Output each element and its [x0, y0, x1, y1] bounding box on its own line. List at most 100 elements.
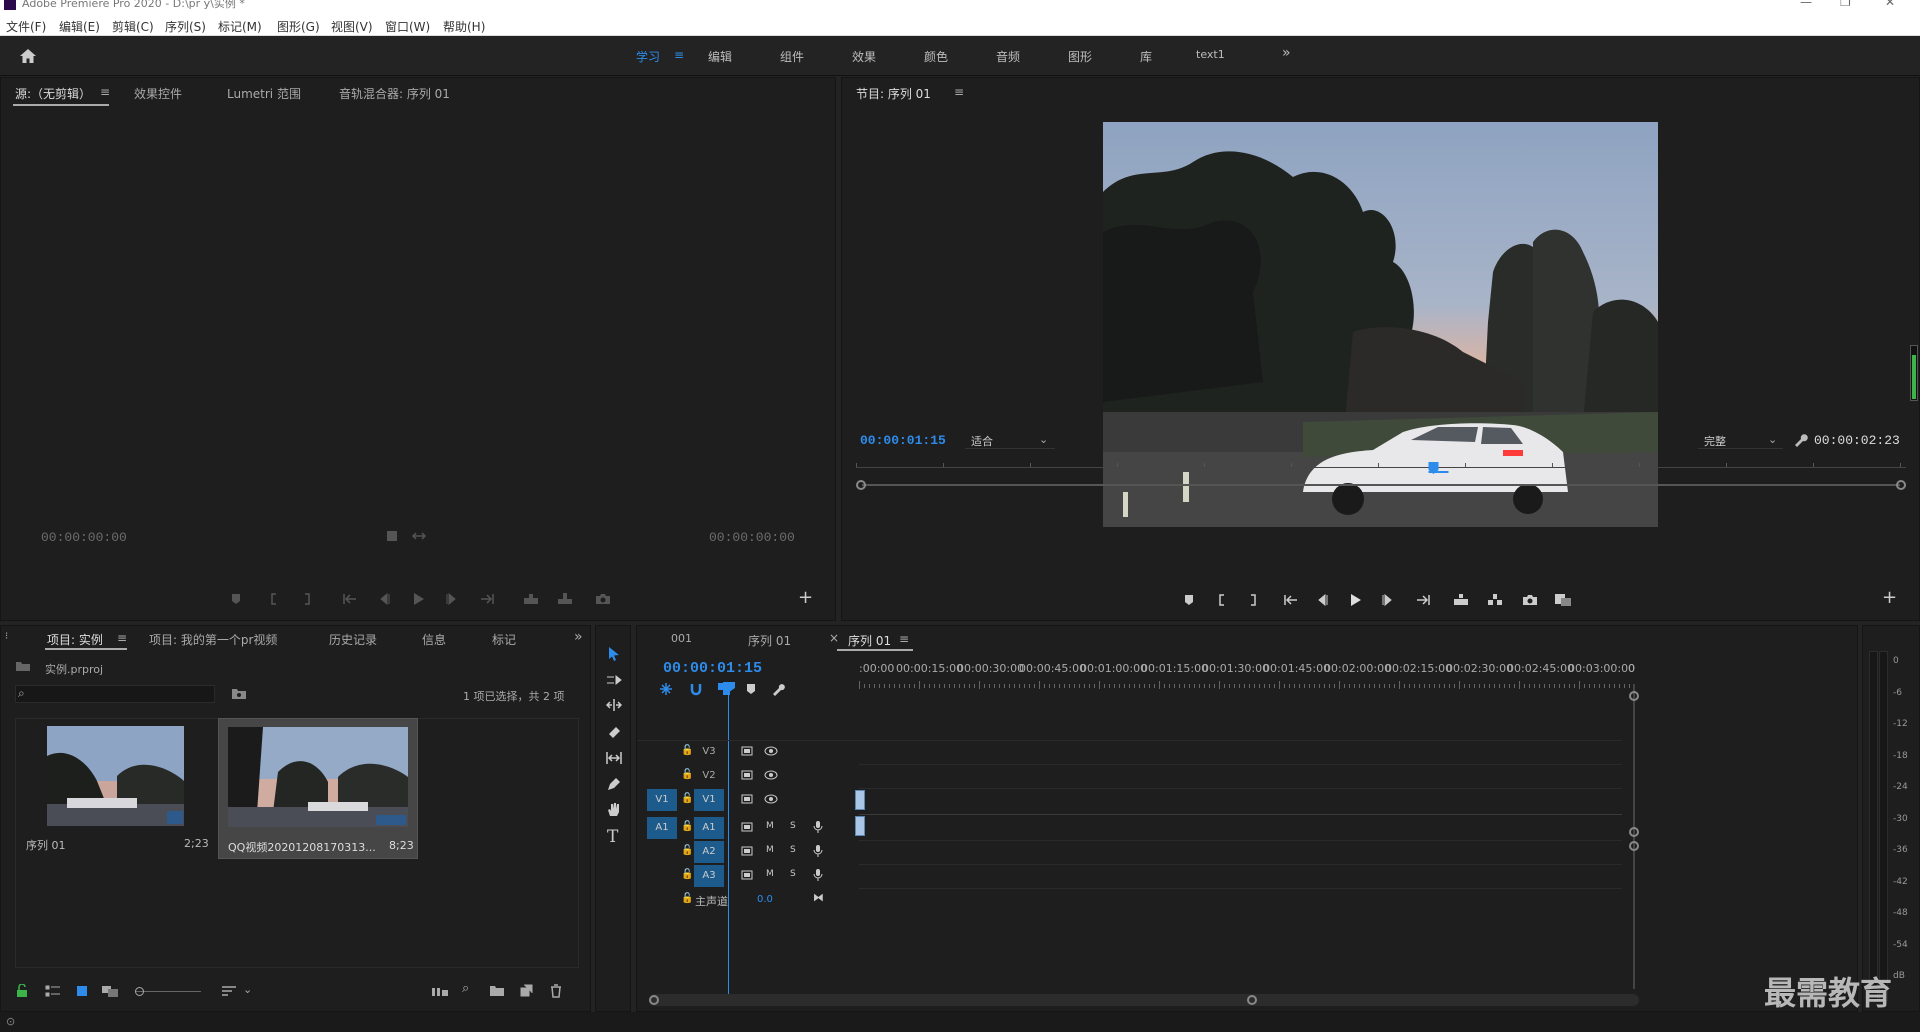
step-forward-icon[interactable] — [445, 592, 459, 606]
tab-source[interactable]: 源:（无剪辑） — [15, 85, 91, 102]
lock-icon[interactable]: 🔓 — [681, 821, 693, 832]
icon-view-icon[interactable] — [75, 984, 89, 998]
restore-icon[interactable]: ❐ — [1840, 0, 1851, 8]
microphone-icon[interactable] — [813, 820, 823, 834]
zoom-slider-handle[interactable] — [135, 987, 144, 996]
export-frame-icon[interactable] — [595, 592, 611, 606]
new-search-bin-icon[interactable] — [231, 687, 247, 701]
close-icon[interactable]: ✕ — [1885, 0, 1895, 8]
timeline-tab-menu-icon[interactable]: ≡ — [899, 632, 909, 646]
sync-lock-icon[interactable] — [741, 846, 753, 856]
tab-project-first-video[interactable]: 项目: 我的第一个pr视频 — [149, 631, 277, 648]
project-tab-menu-icon[interactable]: ≡ — [117, 631, 127, 645]
tab-info[interactable]: 信息 — [422, 631, 446, 648]
mute-button[interactable]: M — [766, 869, 774, 879]
tab-project-example[interactable]: 项目: 实例 — [47, 631, 103, 648]
tab-lumetri-scopes[interactable]: Lumetri 范围 — [227, 85, 301, 102]
chevron-down-icon[interactable]: ⌄ — [243, 983, 252, 996]
trash-icon[interactable] — [549, 984, 563, 998]
source-drag-icon[interactable] — [411, 529, 427, 543]
step-back-icon[interactable] — [1315, 593, 1329, 607]
add-marker-icon[interactable] — [229, 592, 243, 606]
workspace-edit[interactable]: 编辑 — [708, 48, 732, 65]
solo-button[interactable]: S — [790, 845, 796, 855]
sync-lock-icon[interactable] — [741, 870, 753, 880]
automate-to-sequence-icon[interactable] — [431, 984, 449, 998]
selection-tool-icon[interactable] — [606, 646, 622, 662]
timeline-settings-wrench-icon[interactable] — [771, 682, 785, 696]
track-v1-label[interactable]: V1 — [694, 789, 724, 811]
scroll-handle[interactable] — [1247, 995, 1257, 1005]
menu-graphics[interactable]: 图形(G) — [277, 18, 320, 35]
menu-file[interactable]: 文件(F) — [6, 18, 46, 35]
microphone-icon[interactable] — [813, 844, 823, 858]
extract-icon[interactable] — [1486, 593, 1504, 607]
workspace-graphics[interactable]: 图形 — [1068, 48, 1092, 65]
sync-lock-icon[interactable] — [741, 822, 753, 832]
find-icon[interactable]: ⌕ — [462, 981, 469, 996]
lock-icon[interactable] — [15, 984, 29, 998]
razor-tool-icon[interactable] — [606, 724, 622, 740]
scroll-handle[interactable] — [1629, 841, 1639, 851]
home-icon[interactable] — [19, 48, 37, 64]
timeline-track-area[interactable] — [855, 740, 1622, 910]
mark-in-icon[interactable] — [267, 592, 281, 606]
project-item-sequence[interactable]: 序列 01 2;23 — [16, 719, 214, 857]
mark-out-icon[interactable] — [300, 592, 314, 606]
mark-in-icon[interactable] — [1215, 593, 1229, 607]
menu-sequence[interactable]: 序列(S) — [165, 18, 206, 35]
menu-edit[interactable]: 编辑(E) — [59, 18, 100, 35]
wrench-icon[interactable] — [1792, 432, 1808, 448]
source-add-button-icon[interactable]: + — [798, 587, 813, 608]
zoom-slider[interactable] — [135, 991, 201, 992]
lock-icon[interactable]: 🔓 — [681, 893, 693, 904]
new-bin-icon[interactable] — [489, 984, 505, 998]
timeline-timecode[interactable]: 00:00:01:15 — [663, 660, 762, 677]
workspace-text1[interactable]: text1 — [1196, 48, 1225, 61]
program-playhead-timecode[interactable]: 00:00:01:15 — [860, 433, 946, 448]
go-to-in-icon[interactable] — [342, 592, 358, 606]
tab-markers[interactable]: 标记 — [492, 631, 516, 648]
program-zoom-bar[interactable] — [856, 479, 1906, 491]
eye-icon[interactable] — [764, 746, 778, 756]
track-a1-label[interactable]: A1 — [694, 817, 724, 839]
sync-lock-icon[interactable] — [741, 794, 753, 804]
sync-lock-icon[interactable] — [741, 770, 753, 780]
program-tab-menu-icon[interactable]: ≡ — [954, 85, 964, 99]
export-frame-icon[interactable] — [1522, 593, 1538, 607]
menu-view[interactable]: 视图(V) — [331, 18, 373, 35]
mark-out-icon[interactable] — [1246, 593, 1260, 607]
tab-program[interactable]: 节目: 序列 01 — [856, 85, 931, 102]
track-a3-label[interactable]: A3 — [694, 865, 724, 887]
project-item-video[interactable]: QQ视频20201208170313... 8;23 — [218, 718, 418, 859]
scroll-handle[interactable] — [1629, 827, 1639, 837]
go-to-end-icon[interactable]: ⧓ — [813, 891, 824, 904]
source-settings-icon[interactable] — [385, 529, 399, 543]
workspace-audio[interactable]: 音频 — [996, 48, 1020, 65]
zoom-handle-left[interactable] — [856, 480, 866, 490]
workspace-color[interactable]: 颜色 — [924, 48, 948, 65]
source-v1-patch[interactable]: V1 — [647, 789, 677, 811]
master-volume-value[interactable]: 0.0 — [757, 894, 773, 905]
scroll-handle[interactable] — [649, 995, 659, 1005]
add-marker-icon[interactable] — [1182, 593, 1196, 607]
program-playhead-marker[interactable] — [842, 462, 1920, 476]
lock-icon[interactable]: 🔓 — [681, 869, 693, 880]
play-icon[interactable] — [1348, 593, 1362, 607]
lock-icon[interactable]: 🔓 — [681, 793, 693, 804]
pen-tool-icon[interactable] — [606, 776, 622, 792]
more-workspaces-icon[interactable]: » — [1282, 45, 1291, 61]
video-clip[interactable] — [855, 790, 865, 810]
comparison-view-icon[interactable] — [1554, 593, 1572, 607]
tab-audio-mixer[interactable]: 音轨混合器: 序列 01 — [339, 85, 450, 102]
sort-icon[interactable] — [221, 984, 237, 998]
type-tool-icon[interactable]: T — [607, 827, 618, 847]
more-tabs-icon[interactable]: » — [574, 629, 583, 645]
track-v2-label[interactable]: V2 — [694, 765, 724, 787]
sync-lock-icon[interactable] — [741, 746, 753, 756]
workspace-libraries[interactable]: 库 — [1140, 48, 1152, 65]
eye-icon[interactable] — [764, 794, 778, 804]
play-icon[interactable] — [411, 592, 425, 606]
tab-timeline-seq-b[interactable]: 序列 01 — [848, 632, 891, 649]
close-tab-icon[interactable]: × — [829, 631, 839, 645]
